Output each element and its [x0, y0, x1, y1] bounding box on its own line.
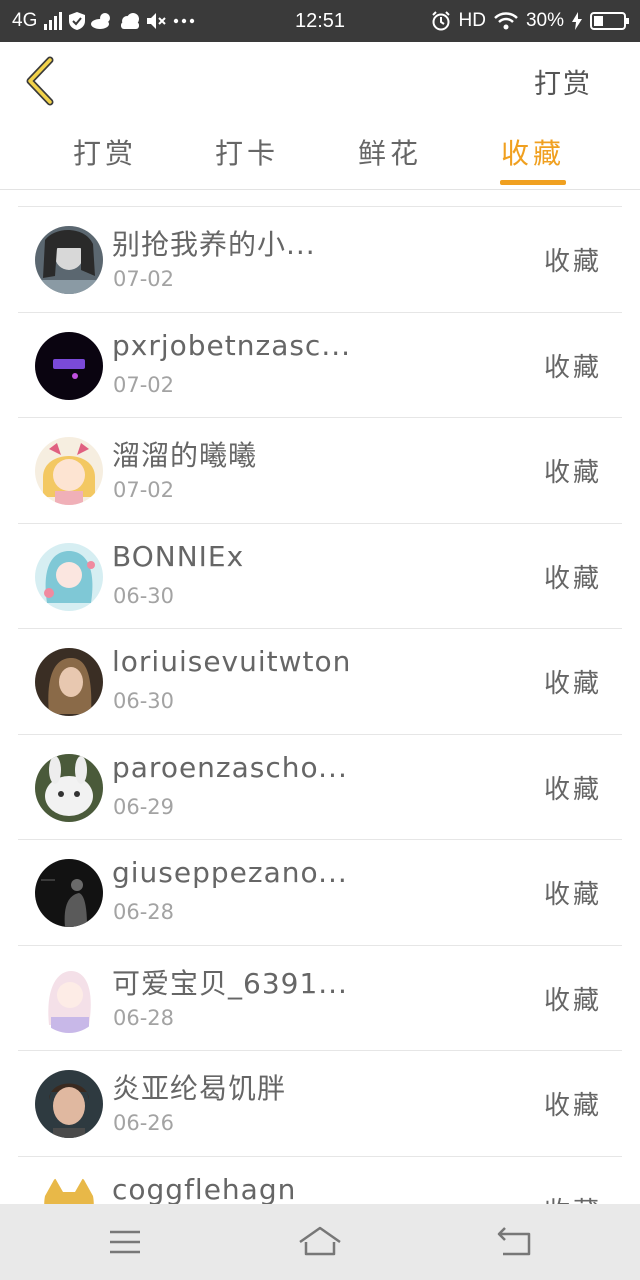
avatar: [35, 437, 103, 505]
list-item[interactable]: 可爱宝贝_6391... 06-28 收藏: [18, 946, 622, 1051]
tab-checkin[interactable]: 打卡: [192, 132, 302, 172]
avatar: [35, 1070, 103, 1138]
battery-percent: 30%: [525, 10, 564, 31]
favorite-label: 收藏: [543, 985, 602, 1016]
list-item[interactable]: 炎亚纶曷饥胖 06-26 收藏: [18, 1051, 622, 1157]
favorite-label: 收藏: [543, 458, 602, 488]
favorite-label: 收藏: [543, 563, 602, 594]
user-name: giuseppezano...: [112, 856, 348, 889]
tab-reward[interactable]: 打赏: [50, 132, 160, 172]
list-item[interactable]: 溜溜的曦曦 07-02 收藏: [18, 418, 622, 524]
user-name: pxrjobetnzasc...: [112, 328, 352, 362]
favorite-label: 收藏: [543, 774, 602, 805]
date: 06-29: [113, 794, 175, 819]
date: 06-30: [113, 689, 175, 713]
date: 06-28: [113, 900, 175, 924]
menu-button[interactable]: [101, 1222, 149, 1262]
header: 打赏: [0, 42, 640, 120]
avatar: [35, 542, 103, 611]
active-tab-indicator: [500, 180, 566, 185]
date: 06-26: [113, 1111, 175, 1135]
user-name: 溜溜的曦曦: [112, 439, 258, 472]
favorites-list[interactable]: 别抢我养的小... 07-02 收藏 pxrjobetnzasc... 07-0…: [18, 206, 622, 1204]
back-nav-button[interactable]: [491, 1222, 539, 1262]
tab-flowers[interactable]: 鲜花: [335, 132, 445, 172]
menu-icon: [110, 1230, 140, 1254]
back-button[interactable]: [22, 56, 62, 106]
tab-bar: 打赏 打卡 鲜花 收藏: [0, 120, 640, 190]
avatar: [35, 1175, 103, 1204]
alarm-icon: [431, 11, 451, 31]
favorite-label: 收藏: [543, 880, 602, 910]
home-icon: [299, 1226, 341, 1256]
date: 06-28: [113, 1005, 175, 1030]
home-button[interactable]: [296, 1222, 344, 1262]
list-item[interactable]: paroenzascho... 06-29 收藏: [18, 735, 622, 840]
user-name: 可爱宝贝_6391...: [112, 966, 348, 1000]
avatar: [35, 753, 103, 822]
list-item[interactable]: pxrjobetnzasc... 07-02 收藏: [18, 313, 622, 418]
favorite-label: 收藏: [543, 669, 602, 699]
system-nav-bar: [0, 1204, 640, 1280]
favorite-label: 收藏: [544, 1191, 602, 1205]
status-bar: 4G 12:51 HD 30%: [0, 0, 640, 42]
user-name: 别抢我养的小...: [112, 228, 316, 261]
favorite-label: 收藏: [543, 352, 602, 383]
list-item[interactable]: BONNIEx 06-30 收藏: [18, 524, 622, 629]
wifi-icon: [494, 12, 518, 30]
return-icon: [497, 1227, 531, 1256]
list-item[interactable]: coggflehagn 收藏: [18, 1157, 622, 1205]
avatar: [35, 648, 103, 716]
user-name: paroenzascho...: [112, 750, 348, 784]
date: 07-02: [113, 478, 175, 502]
date: 06-30: [113, 583, 175, 608]
chevron-left-icon: [26, 56, 54, 106]
hd-label: HD: [458, 10, 486, 31]
avatar: [35, 859, 103, 927]
favorite-label: 收藏: [543, 247, 602, 277]
date: 07-02: [113, 372, 175, 397]
tab-favorites[interactable]: 收藏: [478, 132, 588, 172]
avatar: [35, 331, 103, 400]
user-name: loriuisevuitwton: [112, 645, 352, 678]
status-right: HD 30%: [431, 0, 630, 42]
user-name: coggflehagn: [112, 1172, 297, 1205]
battery-icon: [590, 11, 630, 31]
avatar: [35, 226, 103, 294]
list-item[interactable]: giuseppezano... 06-28 收藏: [18, 840, 622, 946]
favorite-label: 收藏: [543, 1091, 602, 1121]
date: 07-02: [113, 267, 175, 291]
user-name: 炎亚纶曷饥胖: [112, 1072, 287, 1105]
list-item[interactable]: 别抢我养的小... 07-02 收藏: [18, 207, 622, 313]
avatar: [35, 964, 103, 1033]
user-name: BONNIEx: [112, 539, 245, 573]
reward-button[interactable]: 打赏: [534, 62, 592, 101]
charging-icon: [572, 12, 582, 30]
list-item[interactable]: loriuisevuitwton 06-30 收藏: [18, 629, 622, 735]
